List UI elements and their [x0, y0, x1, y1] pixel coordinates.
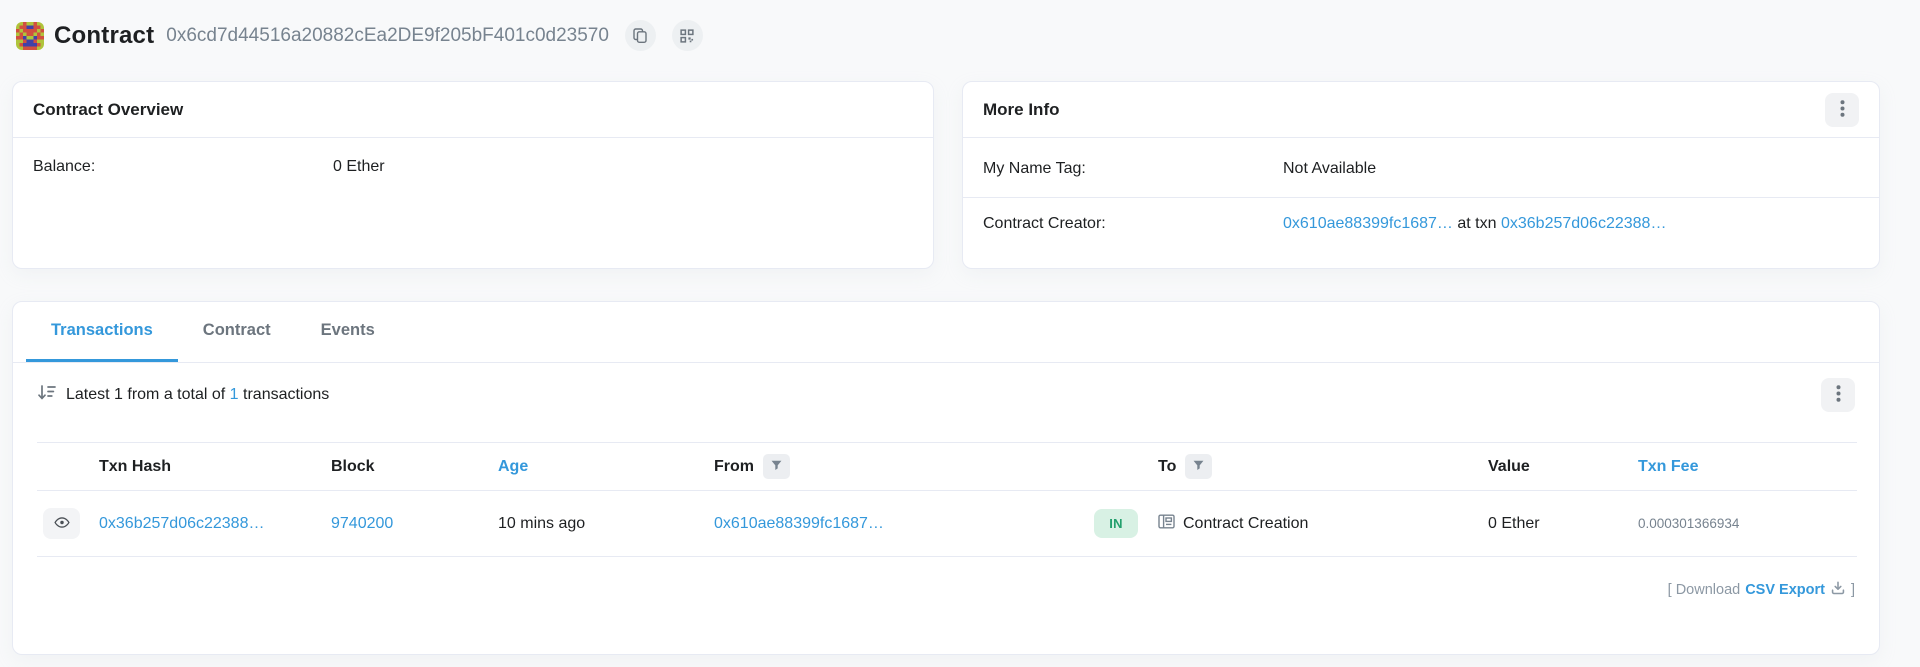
page: Contract 0x6cd7d44516a20882cEa2DE9f205bF… [0, 0, 1920, 655]
age-sort-link[interactable]: Age [498, 458, 528, 475]
name-tag-row: My Name Tag: Not Available [963, 138, 1879, 198]
col-from: From [708, 443, 1088, 491]
contract-creator-value: 0x610ae88399fc1687… at txn 0x36b257d06c2… [1283, 215, 1666, 233]
kebab-menu-icon [1840, 100, 1845, 120]
contract-doc-icon [1158, 514, 1175, 534]
tab-transactions[interactable]: Transactions [26, 302, 178, 362]
to-header-label: To [1158, 458, 1176, 476]
from-header-label: From [714, 458, 754, 476]
creator-txn-link[interactable]: 0x36b257d06c22388… [1501, 215, 1666, 232]
transactions-card: Transactions Contract Events Latest 1 fr… [12, 301, 1880, 655]
col-eye [37, 443, 93, 491]
summary-suffix: transactions [243, 386, 329, 403]
summary-prefix: Latest 1 from a total of [66, 386, 225, 403]
from-address-link[interactable]: 0x610ae88399fc1687… [714, 515, 884, 532]
qr-code-button[interactable] [672, 20, 703, 51]
transactions-summary-row: Latest 1 from a total of 1 transactions [13, 363, 1879, 412]
col-value: Value [1482, 443, 1632, 491]
page-title: Contract [54, 22, 154, 50]
contract-avatar [16, 22, 44, 50]
txn-fee-toggle-link[interactable]: Txn Fee [1638, 458, 1698, 475]
copy-icon [633, 28, 647, 43]
tabbar: Transactions Contract Events [13, 302, 1879, 363]
tab-contract[interactable]: Contract [178, 302, 296, 362]
txn-hash-link[interactable]: 0x36b257d06c22388… [99, 515, 264, 532]
col-block: Block [325, 443, 492, 491]
transactions-menu-button[interactable] [1821, 378, 1855, 412]
contract-creator-label: Contract Creator: [983, 215, 1283, 233]
copy-address-button[interactable] [625, 20, 656, 51]
creator-address-link[interactable]: 0x610ae88399fc1687… [1283, 215, 1453, 232]
to-filter-button[interactable] [1185, 454, 1212, 479]
eye-icon [54, 516, 70, 532]
summary-count-link[interactable]: 1 [230, 386, 239, 403]
col-txn-hash: Txn Hash [93, 443, 325, 491]
age-value: 10 mins ago [492, 491, 708, 557]
col-txn-fee: Txn Fee [1632, 443, 1857, 491]
download-icon [1830, 581, 1846, 599]
qr-grid-icon [680, 29, 694, 43]
more-info-card: More Info My Name Tag: Not Available Con… [962, 81, 1880, 269]
tab-events[interactable]: Events [296, 302, 400, 362]
value-cell: 0 Ether [1482, 491, 1632, 557]
kebab-menu-icon [1836, 385, 1841, 405]
overview-card-title: Contract Overview [33, 100, 183, 120]
filter-icon [1193, 459, 1204, 474]
block-link[interactable]: 9740200 [331, 515, 393, 532]
balance-value: 0 Ether [333, 158, 385, 176]
summary-text: Latest 1 from a total of 1 transactions [66, 386, 329, 404]
contract-address: 0x6cd7d44516a20882cEa2DE9f205bF401c0d235… [166, 25, 609, 47]
download-prefix-text: [ Download [1668, 582, 1741, 598]
col-age: Age [492, 443, 708, 491]
contract-overview-card: Contract Overview Balance: 0 Ether [12, 81, 934, 269]
from-filter-button[interactable] [763, 454, 790, 479]
csv-export-link[interactable]: CSV Export [1745, 582, 1825, 598]
table-row: 0x36b257d06c22388… 9740200 10 mins ago 0… [37, 491, 1857, 557]
download-suffix-text: ] [1851, 582, 1855, 598]
transactions-table: Txn Hash Block Age From [37, 442, 1857, 557]
name-tag-value: Not Available [1283, 160, 1376, 178]
balance-label: Balance: [33, 158, 333, 176]
name-tag-label: My Name Tag: [983, 160, 1283, 178]
col-to: To [1152, 443, 1482, 491]
txn-fee-value: 0.000301366934 [1638, 516, 1739, 531]
direction-badge: IN [1094, 509, 1138, 538]
filter-icon [771, 459, 782, 474]
preview-txn-button[interactable] [43, 508, 80, 539]
col-direction [1088, 443, 1152, 491]
to-value: Contract Creation [1183, 515, 1308, 533]
creator-connector-text: at txn [1457, 215, 1496, 232]
sort-amount-icon [37, 384, 56, 406]
table-header-row: Txn Hash Block Age From [37, 443, 1857, 491]
more-info-card-title: More Info [983, 100, 1060, 120]
more-info-menu-button[interactable] [1825, 93, 1859, 127]
summary-cards: Contract Overview Balance: 0 Ether More … [12, 81, 1880, 269]
csv-export-row: [ Download CSV Export ] [37, 581, 1855, 599]
page-header: Contract 0x6cd7d44516a20882cEa2DE9f205bF… [12, 12, 1880, 57]
balance-row: Balance: 0 Ether [13, 138, 933, 196]
contract-creator-row: Contract Creator: 0x610ae88399fc1687… at… [963, 198, 1879, 250]
